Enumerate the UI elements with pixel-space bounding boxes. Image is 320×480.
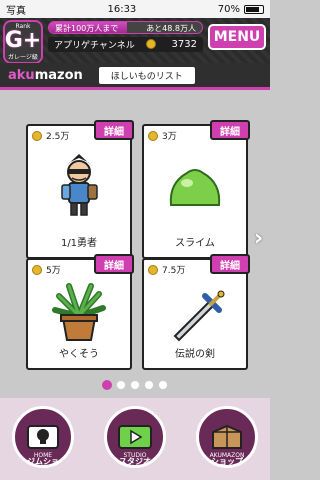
price-text: 5万 xyxy=(46,266,61,276)
progress-remaining-text: あと48.8万人 xyxy=(146,24,196,33)
card-price: 5万 xyxy=(32,263,61,276)
nav-studio-button[interactable]: STUDIO スタジオ xyxy=(104,406,166,468)
next-page-arrow-icon[interactable]: › xyxy=(254,226,268,251)
detail-button[interactable]: 詳細 xyxy=(94,254,134,274)
sword-icon xyxy=(144,278,246,348)
coin-icon xyxy=(148,130,158,141)
item-name: 1/1勇者 xyxy=(60,238,98,249)
card-header: 5万 詳細 xyxy=(28,254,134,278)
rank-letter: G+ xyxy=(4,28,42,53)
nav-label: ジムショ xyxy=(27,457,59,466)
nav-shop-button[interactable]: AKUMAZON ショップ xyxy=(196,406,258,468)
coin-icon xyxy=(146,39,156,49)
card-price: 3万 xyxy=(148,129,177,142)
status-time: 16:33 xyxy=(107,3,137,15)
coin-icon xyxy=(32,130,42,141)
price-text: 3万 xyxy=(162,132,177,142)
nav-label: ショップ xyxy=(211,457,243,466)
coin-icon xyxy=(148,264,158,275)
detail-button[interactable]: 詳細 xyxy=(210,120,250,140)
item-card-slime[interactable]: 3万 詳細 スライム xyxy=(142,120,250,259)
pagination-dots xyxy=(0,380,270,390)
akumazon-logo-prefix: aku xyxy=(8,67,35,83)
nav-home-button[interactable]: HOME ジムショ xyxy=(12,406,74,468)
menu-button[interactable]: MENU xyxy=(208,24,266,50)
hero-icon xyxy=(28,144,130,232)
card-header: 2.5万 詳細 xyxy=(28,120,134,144)
coin-count: 3732 xyxy=(171,39,197,50)
price-text: 2.5万 xyxy=(46,132,70,142)
battery-percent: 70% xyxy=(217,3,240,15)
card-header: 7.5万 詳細 xyxy=(144,254,250,278)
page-dot[interactable] xyxy=(116,380,126,390)
item-name: スライム xyxy=(175,238,215,249)
card-price: 2.5万 xyxy=(32,129,69,142)
divider xyxy=(0,87,270,90)
coin-icon xyxy=(32,264,42,275)
card-header: 3万 詳細 xyxy=(144,120,250,144)
item-name: やくそう xyxy=(59,349,99,360)
wishlist-tab[interactable]: ほしいものリスト xyxy=(98,66,195,84)
viewer-progress-bar: 累計100万人まで あと48.8万人 xyxy=(48,21,203,34)
battery-icon xyxy=(244,4,264,14)
akumazon-logo-suffix: mazon xyxy=(34,67,83,83)
page-dot[interactable] xyxy=(144,380,154,390)
card-price: 7.5万 xyxy=(148,263,185,276)
progress-goal-text: 累計100万人まで xyxy=(55,24,119,33)
skull-icon xyxy=(23,421,63,453)
item-card-hero[interactable]: 2.5万 詳細 1/1勇者 xyxy=(26,120,134,259)
rank-badge[interactable]: Rank G+ ガレージ級 xyxy=(3,20,43,64)
item-card-sword[interactable]: 7.5万 詳細 伝説の剣 xyxy=(142,254,250,370)
channel-name: アプリゲチャンネル xyxy=(54,41,135,51)
slime-icon xyxy=(144,144,246,232)
page-dot[interactable] xyxy=(102,380,112,390)
detail-button[interactable]: 詳細 xyxy=(210,254,250,274)
page-dot[interactable] xyxy=(158,380,168,390)
akumazon-bar: akumazon ほしいものリスト xyxy=(0,63,270,87)
akumazon-logo: akumazon xyxy=(8,68,83,83)
play-icon xyxy=(115,421,155,453)
item-name: 伝説の剣 xyxy=(175,349,215,360)
item-card-herb[interactable]: 5万 詳細 やくそう xyxy=(26,254,134,370)
status-bar: 写真 16:33 70% xyxy=(0,0,270,18)
channel-bar: アプリゲチャンネル 3732 xyxy=(48,37,203,52)
herb-icon xyxy=(28,278,130,348)
game-header: Rank G+ ガレージ級 累計100万人まで あと48.8万人 アプリゲチャン… xyxy=(0,18,270,64)
bottom-nav: HOME ジムショ STUDIO スタジオ AKUMAZON ショップ xyxy=(0,398,270,480)
page-dot[interactable] xyxy=(130,380,140,390)
status-left-text: 写真 xyxy=(6,5,26,17)
detail-button[interactable]: 詳細 xyxy=(94,120,134,140)
rank-sub: ガレージ級 xyxy=(8,54,38,61)
nav-label: スタジオ xyxy=(119,457,151,466)
box-icon xyxy=(207,421,247,453)
price-text: 7.5万 xyxy=(162,266,186,276)
